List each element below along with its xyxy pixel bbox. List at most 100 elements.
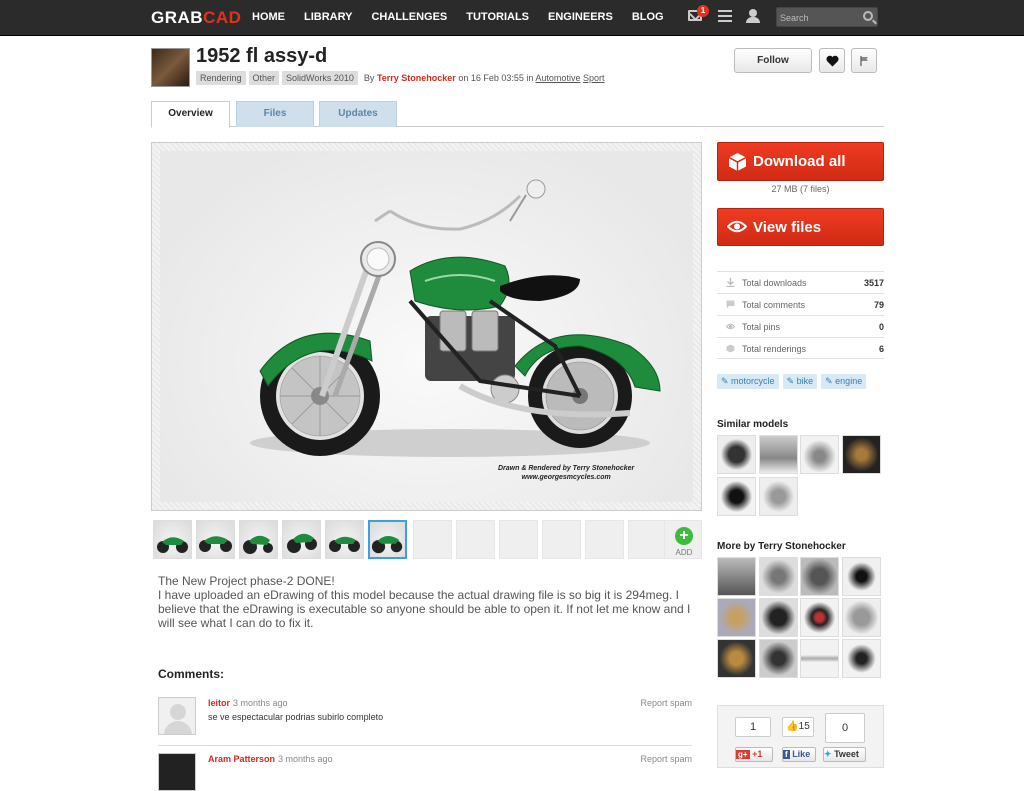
like-button[interactable] [819, 48, 845, 73]
comment-text: se ve espectacular podrias subirlo compl… [208, 712, 384, 722]
gallery-thumb[interactable] [282, 520, 321, 559]
comments-heading: Comments: [158, 667, 225, 681]
author-model-thumb[interactable] [800, 598, 839, 637]
author-link[interactable]: Terry Stonehocker [377, 73, 456, 83]
gplus-button[interactable]: g+ +1 [735, 747, 773, 762]
fb-count: 👍15 [782, 717, 814, 737]
author-model-thumb[interactable] [842, 598, 881, 637]
logo-part2: CAD [203, 8, 242, 27]
similar-models-heading: Similar models [717, 419, 789, 430]
comment-author-line: Aram Patterson 3 months ago [208, 754, 333, 764]
nav-library[interactable]: LIBRARY [304, 0, 352, 36]
main-nav: HOME LIBRARY CHALLENGES TUTORIALS ENGINE… [252, 0, 683, 36]
stat-value: 6 [878, 344, 884, 354]
user-icon[interactable] [745, 9, 761, 23]
avatar[interactable] [158, 753, 196, 791]
follow-button[interactable]: Follow [734, 48, 812, 73]
description-headline: The New Project phase-2 DONE! [158, 574, 335, 588]
tab-updates[interactable]: Updates [319, 101, 397, 127]
stat-pins: Total pins 0 [717, 315, 884, 337]
author-model-thumb[interactable] [759, 598, 798, 637]
download-all-label: Download all [753, 153, 846, 170]
keyword-tags: ✎ motorcycle ✎ bike ✎ engine [717, 374, 870, 389]
similar-model-thumb[interactable] [842, 435, 881, 474]
flag-button[interactable] [851, 48, 877, 73]
similar-model-thumb[interactable] [717, 477, 756, 516]
tweet-button[interactable]: ✦ Tweet [823, 747, 866, 762]
stat-label: Total comments [742, 300, 806, 310]
add-image-button[interactable]: + ADD [664, 520, 702, 559]
similar-model-thumb[interactable] [717, 435, 756, 474]
gallery-thumb[interactable] [239, 520, 278, 559]
stat-value: 79 [873, 300, 884, 310]
gallery-thumb[interactable] [325, 520, 364, 559]
author-model-thumb[interactable] [717, 639, 756, 678]
author-model-thumb[interactable] [800, 639, 839, 678]
view-files-button[interactable]: View files [717, 208, 884, 246]
similar-model-thumb[interactable] [759, 435, 798, 474]
nav-home[interactable]: HOME [252, 0, 285, 36]
download-all-button[interactable]: Download all [717, 142, 884, 181]
keyword-tag[interactable]: ✎ bike [782, 374, 818, 389]
model-thumbnail [151, 48, 190, 87]
keyword-tag[interactable]: ✎ engine [821, 374, 867, 389]
stat-label: Total downloads [742, 278, 807, 288]
tag-solidworks[interactable]: SolidWorks 2010 [282, 71, 358, 85]
gallery-thumb-selected[interactable] [368, 520, 407, 559]
author-model-thumb[interactable] [717, 598, 756, 637]
fb-like-label: Like [792, 749, 811, 759]
gallery-empty-slot [628, 520, 667, 559]
category-sport[interactable]: Sport [583, 73, 605, 83]
grabcad-logo[interactable]: GRABCAD [151, 8, 241, 28]
report-spam-link[interactable]: Report spam [640, 754, 692, 764]
menu-icon[interactable] [718, 10, 732, 22]
keyword-tag[interactable]: ✎ motorcycle [717, 374, 779, 389]
nav-challenges[interactable]: CHALLENGES [371, 0, 447, 36]
comment-time: 3 months ago [278, 754, 333, 764]
stat-value: 0 [878, 322, 884, 332]
author-model-thumb[interactable] [842, 557, 881, 596]
category-automotive[interactable]: Automotive [535, 73, 580, 83]
author-model-thumb[interactable] [717, 557, 756, 596]
tag-rendering[interactable]: Rendering [196, 71, 246, 85]
tweet-label: Tweet [834, 749, 859, 759]
search-icon[interactable] [863, 11, 873, 21]
similar-model-thumb[interactable] [800, 435, 839, 474]
cube-icon [728, 153, 747, 171]
search-input[interactable] [777, 9, 857, 27]
gallery-empty-slot [499, 520, 538, 559]
fb-like-button[interactable]: f Like [782, 747, 816, 762]
author-model-thumb[interactable] [759, 639, 798, 678]
author-model-thumb[interactable] [759, 557, 798, 596]
nav-engineers[interactable]: ENGINEERS [548, 0, 613, 36]
gallery-thumb[interactable] [196, 520, 235, 559]
gallery-empty-slot [542, 520, 581, 559]
gplus-label: +1 [752, 749, 763, 759]
fb-count-value: 15 [798, 721, 810, 732]
gallery-thumb[interactable] [153, 520, 192, 559]
tab-bar: Overview Files Updates [151, 101, 884, 128]
main-preview-image[interactable]: Drawn & Rendered by Terry Stonehocker ww… [151, 142, 702, 511]
nav-tutorials[interactable]: TUTORIALS [466, 0, 529, 36]
more-by-heading: More by Terry Stonehocker [717, 541, 846, 552]
tab-files[interactable]: Files [236, 101, 314, 127]
comment-author[interactable]: Aram Patterson [208, 754, 275, 764]
tag-other[interactable]: Other [248, 71, 280, 85]
keyword-label: engine [835, 376, 863, 386]
notification-badge: 1 [697, 5, 709, 17]
tab-overview[interactable]: Overview [151, 101, 230, 128]
social-share-box: 1 👍15 0 g+ +1 f Like ✦ Tweet [717, 705, 884, 768]
author-model-thumb[interactable] [842, 639, 881, 678]
keyword-label: motorcycle [731, 376, 775, 386]
avatar[interactable] [158, 697, 196, 735]
gplus-count: 1 [735, 717, 771, 737]
report-spam-link[interactable]: Report spam [640, 698, 692, 708]
view-files-label: View files [753, 219, 822, 236]
similar-model-thumb[interactable] [759, 477, 798, 516]
by-prefix: By [363, 73, 375, 83]
nav-blog[interactable]: BLOG [632, 0, 664, 36]
gallery-strip [151, 520, 703, 560]
author-model-thumb[interactable] [800, 557, 839, 596]
comment-author[interactable]: leitor [208, 698, 230, 708]
tweet-count: 0 [825, 713, 865, 743]
